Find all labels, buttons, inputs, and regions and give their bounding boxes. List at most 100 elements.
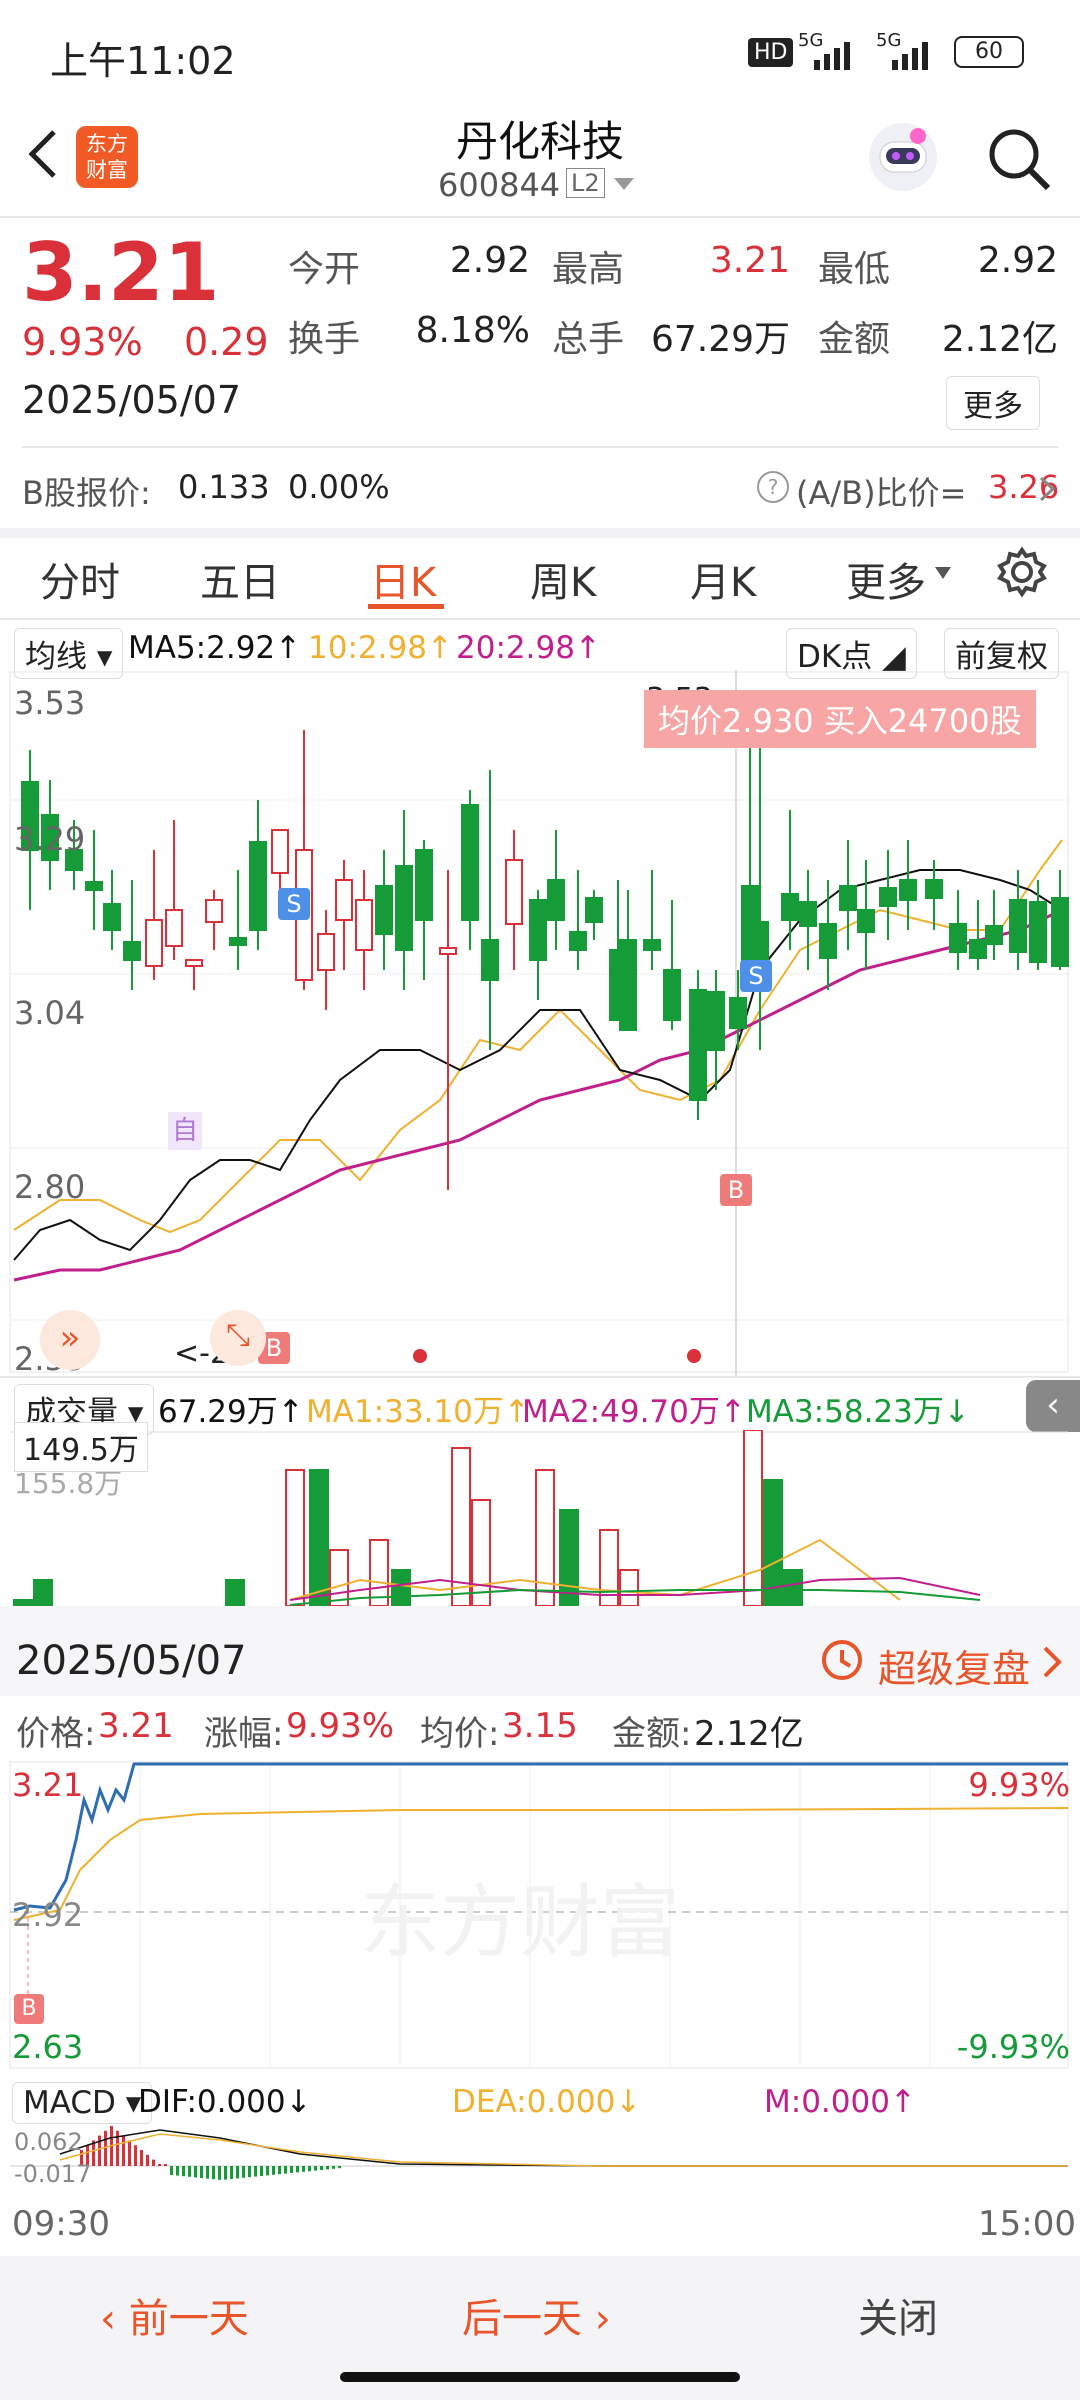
- candle-body: [529, 899, 547, 961]
- stock-code: 600844: [438, 166, 561, 204]
- volume-ma1: MA1:33.10万↑: [306, 1394, 530, 1430]
- macd-dif-line: [59, 2129, 1068, 2167]
- macd-bar: [98, 2135, 101, 2166]
- ma5-text: MA5:2.92: [128, 630, 276, 666]
- more-button[interactable]: 更多: [946, 376, 1040, 430]
- macd-bar: [308, 2166, 311, 2172]
- macd-bar: [326, 2166, 329, 2170]
- amount-value: 2.12亿: [941, 319, 1058, 360]
- help-icon[interactable]: ?: [756, 470, 790, 504]
- chevron-down-icon[interactable]: [612, 176, 636, 192]
- expand-arrows-icon[interactable]: »: [40, 1310, 100, 1370]
- intraday-pct-bot: -9.93%: [956, 2028, 1070, 2066]
- robot-avatar-icon[interactable]: [866, 120, 940, 194]
- app-header: 东方 财富 丹化科技 600844 L2: [0, 104, 1080, 216]
- volume-chart[interactable]: [0, 1430, 1080, 1606]
- macd-bar: [212, 2166, 215, 2180]
- b-share-label: B股报价:: [22, 474, 151, 512]
- kline-frame: [9, 671, 1069, 1373]
- candle-body: [461, 804, 479, 921]
- macd-bar: [218, 2166, 221, 2180]
- y-label-2.80: 2.80: [14, 1168, 86, 1206]
- prev-day-label: 前一天: [128, 2296, 249, 2342]
- tab-intraday[interactable]: 分时: [40, 550, 120, 608]
- macd-y-bot: -0.017: [14, 2160, 92, 2188]
- ma10-value: 10:2.98↑: [308, 630, 453, 666]
- b-share-pct: 0.00%: [288, 468, 390, 506]
- candle-body: [355, 899, 373, 951]
- close-button[interactable]: 关闭: [858, 2286, 938, 2344]
- sell-marker-1[interactable]: S: [278, 888, 310, 920]
- tab-daily-k[interactable]: 日K: [370, 550, 436, 608]
- candle-body: [707, 991, 725, 1051]
- chevron-right-icon[interactable]: [1036, 474, 1058, 504]
- super-review-button[interactable]: 超级复盘: [878, 1638, 1030, 1693]
- review-price: 3.21: [98, 1706, 174, 1746]
- fullscreen-icon[interactable]: ⤡: [210, 1310, 266, 1366]
- candle-body: [879, 887, 897, 907]
- self-select-marker[interactable]: 自: [168, 1112, 202, 1150]
- macd-bar: [320, 2166, 323, 2170]
- macd-bar: [230, 2166, 233, 2179]
- macd-bar: [236, 2166, 239, 2179]
- macd-bar: [290, 2166, 293, 2173]
- macd-bar: [200, 2166, 203, 2178]
- settings-gear-icon[interactable]: [996, 546, 1048, 598]
- sell-marker-2[interactable]: S: [740, 960, 772, 992]
- macd-selector[interactable]: MACD ▾: [12, 2082, 153, 2124]
- macd-dea: DEA:0.000↓: [452, 2084, 642, 2120]
- candle-body: [205, 899, 223, 923]
- macd-bar: [122, 2135, 125, 2166]
- volume-bar: [743, 1430, 763, 1606]
- collapse-panel-button[interactable]: ‹: [1026, 1380, 1080, 1432]
- home-indicator: [340, 2372, 740, 2382]
- turnover-value: 8.18%: [415, 310, 530, 351]
- quote-date: 2025/05/07: [22, 378, 242, 422]
- tab-weekly-k[interactable]: 周K: [530, 550, 596, 608]
- average-buy-banner: 均价2.930 买入24700股: [644, 690, 1036, 748]
- candle-body: [103, 903, 121, 931]
- turnover-label: 换手: [288, 319, 361, 360]
- volume-bar: [471, 1499, 491, 1606]
- tab-five-day[interactable]: 五日: [200, 550, 280, 608]
- candle-body: [123, 941, 141, 961]
- tab-more[interactable]: 更多: [846, 550, 926, 608]
- time-end: 15:00: [978, 2204, 1076, 2244]
- macd-dif: DIF:0.000↓: [138, 2084, 312, 2120]
- ma20-value: 20:2.98↑: [456, 630, 601, 666]
- search-icon[interactable]: [984, 124, 1054, 194]
- candle-body: [1029, 901, 1047, 963]
- volume-bar: [535, 1469, 555, 1606]
- status-bar: 上午11:02 HD 5G 5G 60: [0, 0, 1080, 104]
- intraday-buy-marker[interactable]: B: [14, 1994, 44, 2024]
- level-badge[interactable]: L2: [566, 168, 605, 198]
- candle-body: [689, 989, 707, 1101]
- change-percent: 9.93%: [22, 320, 143, 364]
- candle-body: [439, 947, 457, 955]
- candle-body: [569, 931, 587, 951]
- macd-selector-label: MACD: [23, 2085, 116, 2121]
- macd-dea-line: [59, 2133, 1068, 2167]
- volume-ma2-text: MA2:49.70万: [522, 1394, 720, 1430]
- ab-ratio-label: (A/B)比价=: [796, 474, 967, 512]
- macd-bar: [254, 2166, 257, 2177]
- chevron-right-icon-2[interactable]: [1040, 1644, 1064, 1680]
- volume-value: 67.29万: [650, 319, 790, 360]
- candle-body: [395, 865, 413, 951]
- intraday-pct-top: 9.93%: [968, 1766, 1070, 1804]
- tab-monthly-k[interactable]: 月K: [690, 550, 756, 608]
- next-day-button[interactable]: 后一天 ›: [462, 2286, 611, 2344]
- review-chg-label: 涨幅:: [204, 1714, 284, 1754]
- macd-bar: [266, 2166, 269, 2176]
- volume-bar: [783, 1569, 803, 1606]
- prev-day-button[interactable]: ‹ 前一天: [100, 2286, 249, 2344]
- candle-body: [643, 939, 661, 951]
- kline-chart[interactable]: [0, 670, 1080, 1376]
- intraday-y-top: 3.21: [12, 1766, 84, 1804]
- open-label: 今开: [288, 249, 361, 290]
- candle-body: [185, 959, 203, 967]
- volume-tooltip: 149.5万: [14, 1422, 148, 1472]
- history-clock-icon[interactable]: [818, 1636, 866, 1684]
- status-time: 上午11:02: [50, 39, 236, 83]
- buy-marker-2[interactable]: B: [720, 1174, 752, 1206]
